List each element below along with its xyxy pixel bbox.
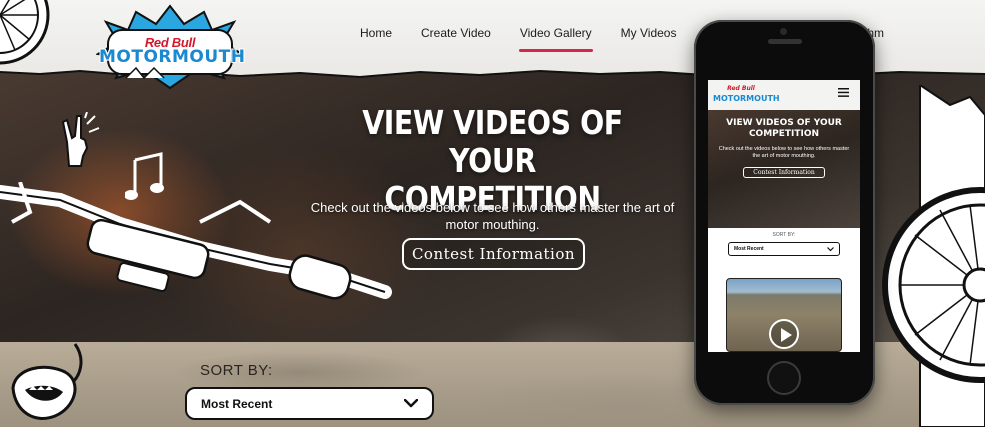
hamburger-menu-icon[interactable] bbox=[838, 88, 849, 97]
main-nav: Home Create Video Video Gallery My Video… bbox=[360, 26, 705, 52]
hero-title-line-1: VIEW VIDEOS OF YOUR bbox=[362, 103, 623, 180]
chevron-down-icon bbox=[404, 399, 418, 408]
contest-information-button[interactable]: Contest Information bbox=[402, 238, 585, 270]
rock-hand-icon bbox=[61, 112, 100, 167]
phone-hero-title-line-2: COMPETITION bbox=[748, 129, 820, 139]
play-icon[interactable] bbox=[769, 319, 799, 349]
wheel-illustration bbox=[0, 0, 50, 65]
phone-contest-information-button[interactable]: Contest Information bbox=[743, 167, 825, 178]
phone-video-thumbnail[interactable] bbox=[726, 278, 842, 352]
nav-my-videos[interactable]: My Videos bbox=[621, 26, 677, 46]
phone-sort-dropdown[interactable]: Most Recent bbox=[728, 242, 840, 256]
phone-hero-title-line-1: VIEW VIDEOS OF YOUR bbox=[726, 118, 842, 128]
phone-logo-top: Red Bull bbox=[727, 85, 755, 92]
logo[interactable]: Red Bull MOTORMOUTH bbox=[96, 2, 246, 90]
phone-sort-label: SORT BY: bbox=[772, 232, 796, 238]
phone-screen: Red Bull MOTORMOUTH VIEW VIDEOS OF YOUR … bbox=[708, 80, 860, 352]
phone-logo[interactable]: Red Bull MOTORMOUTH bbox=[713, 84, 780, 108]
phone-hero-title: VIEW VIDEOS OF YOUR COMPETITION bbox=[718, 118, 850, 140]
logo-brand-main: MOTORMOUTH bbox=[99, 47, 246, 67]
sort-label: SORT BY: bbox=[200, 362, 273, 379]
phone-speaker bbox=[768, 39, 802, 44]
phone-mockup: Red Bull MOTORMOUTH VIEW VIDEOS OF YOUR … bbox=[694, 20, 875, 405]
sort-selected-value: Most Recent bbox=[201, 396, 273, 411]
nav-video-gallery[interactable]: Video Gallery bbox=[518, 26, 593, 52]
phone-hero-subtitle: Check out the videos below to see how ot… bbox=[718, 146, 850, 159]
nav-home[interactable]: Home bbox=[360, 26, 392, 46]
sort-dropdown[interactable]: Most Recent bbox=[185, 387, 434, 420]
phone-camera bbox=[780, 28, 787, 35]
phone-home-button bbox=[767, 361, 801, 395]
hero-subtitle: Check out the videos below to see how ot… bbox=[310, 200, 675, 232]
phone-logo-main: MOTORMOUTH bbox=[713, 94, 780, 103]
wheel-illustration-right bbox=[882, 85, 985, 427]
nav-create-video[interactable]: Create Video bbox=[421, 26, 491, 46]
mouth-character-icon bbox=[11, 343, 83, 420]
chevron-down-icon bbox=[827, 246, 834, 251]
phone-sort-selected-value: Most Recent bbox=[734, 246, 764, 252]
